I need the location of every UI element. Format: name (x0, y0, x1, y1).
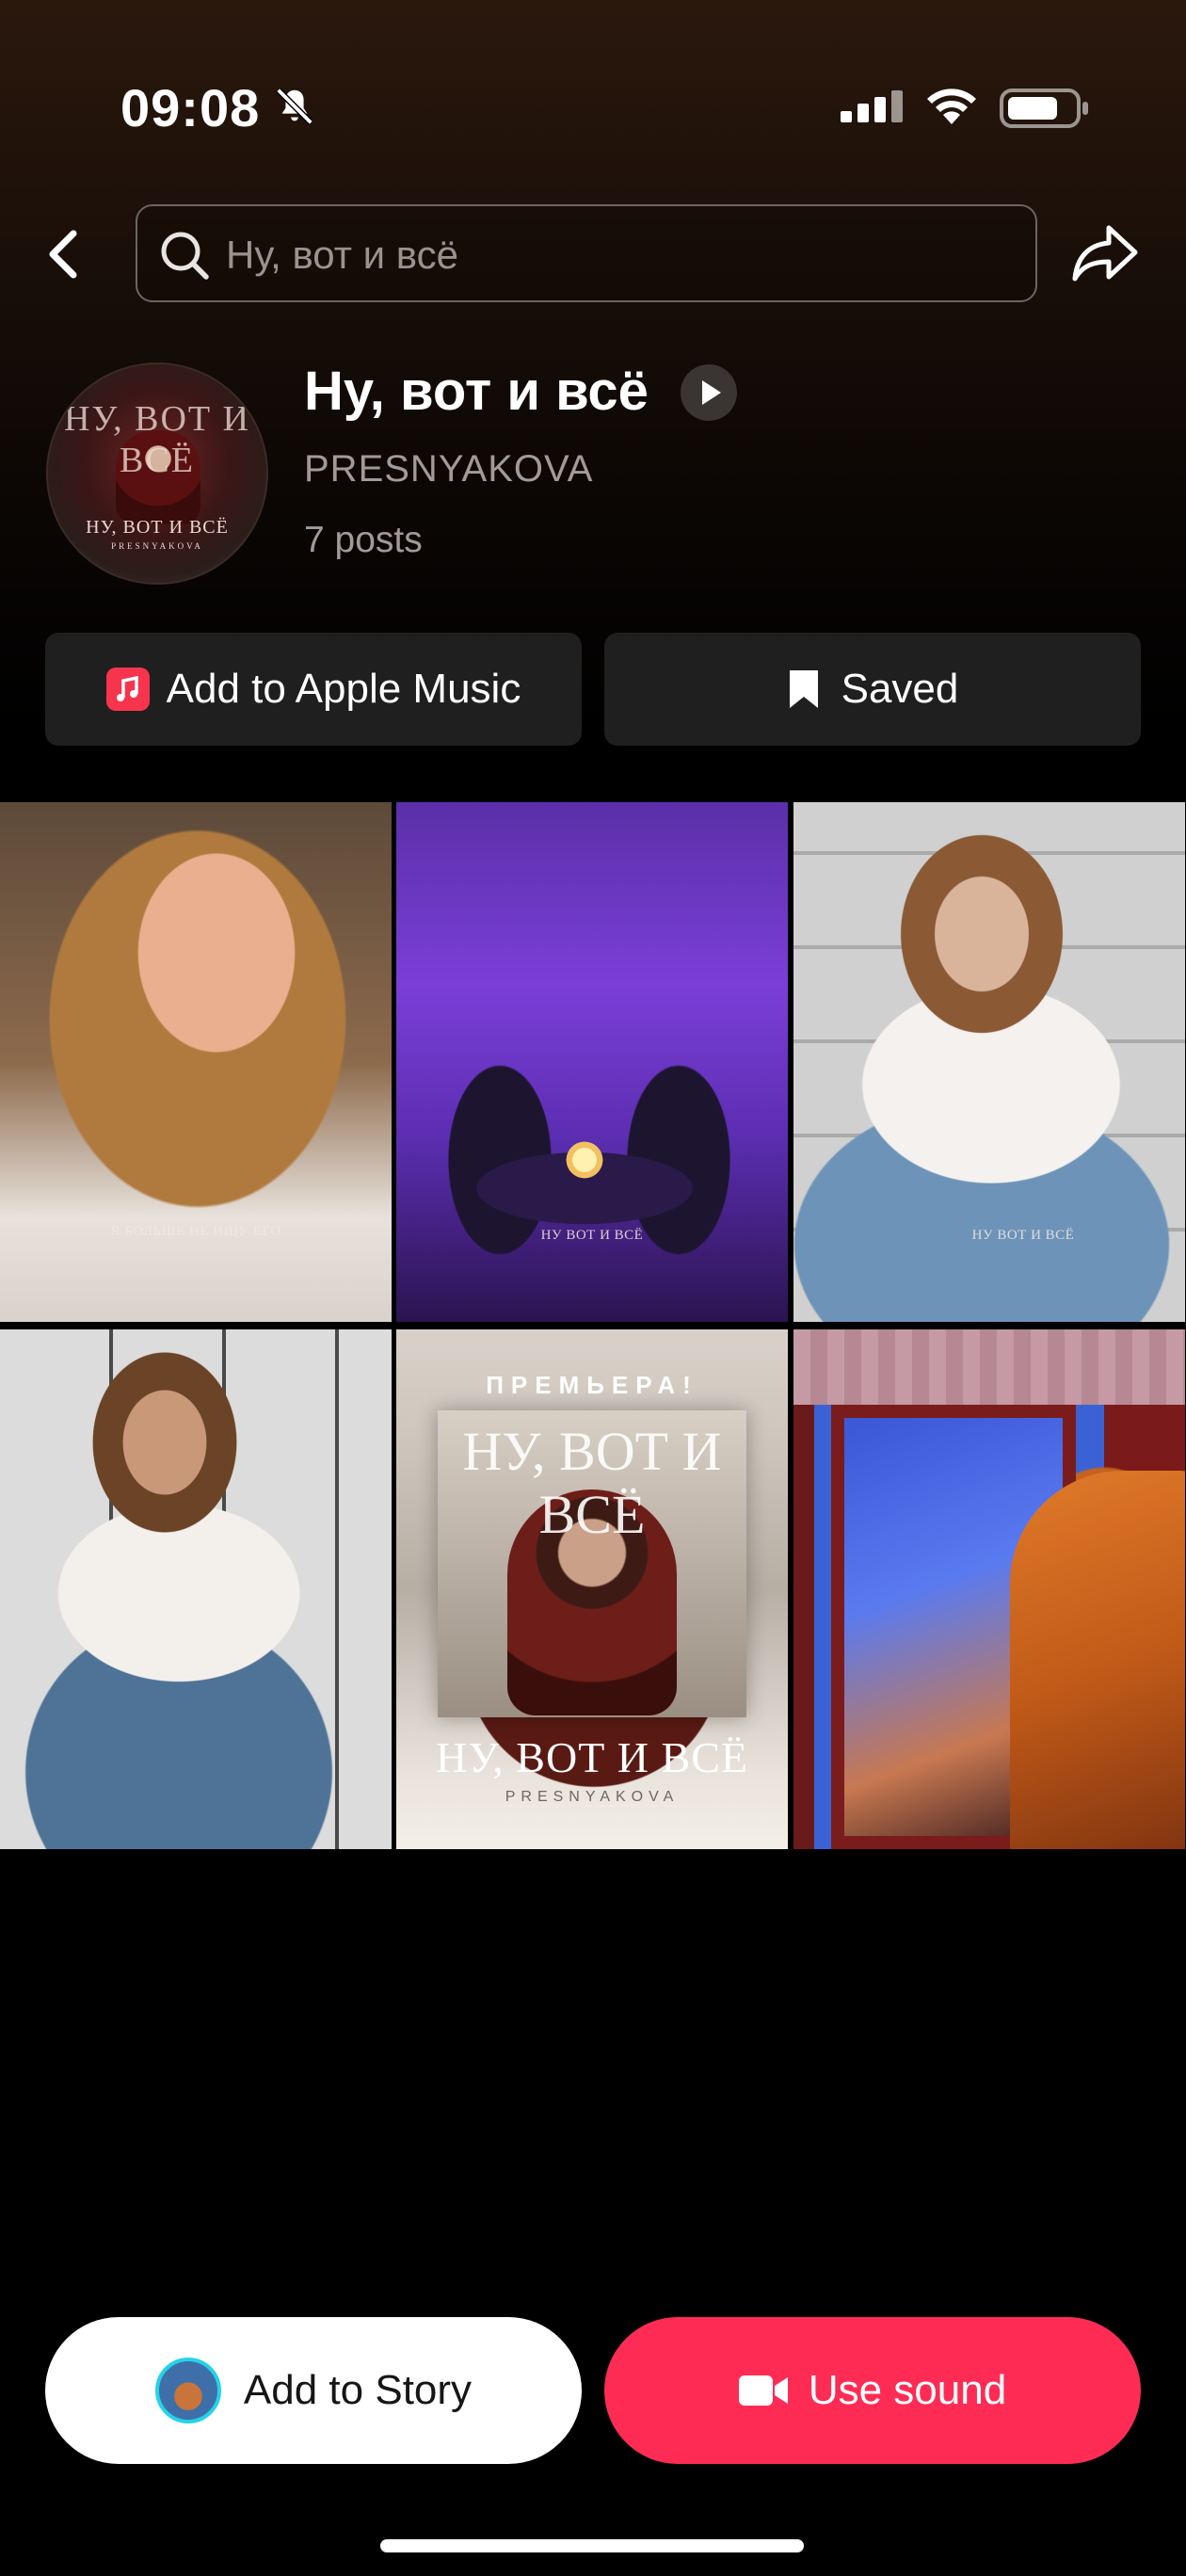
status-bar: 09:08 (0, 0, 1186, 188)
status-time: 09:08 (120, 78, 261, 137)
cover-title: НУ, ВОТ И ВСЁ (63, 399, 251, 480)
video-grid: Я БОЛЬШЕ НЕ ИЩУ ЕГО НУ ВОТ И ВСЁ НУ ВОТ … (0, 802, 1186, 1849)
saved-label: Saved (841, 666, 959, 712)
video-thumbnail[interactable]: НУ ВОТ И ВСЁ (793, 802, 1185, 1322)
saved-button[interactable]: Saved (604, 633, 1141, 746)
play-icon[interactable] (681, 364, 737, 421)
posts-count: 7 posts (304, 520, 423, 560)
search-input[interactable] (224, 225, 1000, 285)
video-thumbnail[interactable] (0, 1329, 392, 1849)
search-bar[interactable] (136, 204, 1037, 302)
video-caption: Я БОЛЬШЕ НЕ ИЩУ ЕГО (110, 1224, 281, 1239)
add-to-apple-music-button[interactable]: Add to Apple Music (45, 633, 582, 746)
battery-icon (1000, 89, 1088, 128)
signal-icon (841, 90, 903, 122)
cover-subtitle: НУ, ВОТ И ВСЁ (86, 517, 229, 538)
sound-title: Ну, вот и всё (304, 361, 649, 422)
poster-artist: PRESNYAKOVA (505, 1789, 680, 1805)
video-camera-icon (738, 2375, 788, 2406)
bell-slash-icon (276, 88, 313, 125)
video-thumbnail[interactable]: НУ ВОТ И ВСЁ (396, 802, 788, 1322)
foreground-figure (1010, 1471, 1185, 1849)
video-thumbnail[interactable]: НУ, ВОТ И ВСЁ ПРЕМЬЕРА! НУ, ВОТ И ВСЁ PR… (396, 1329, 788, 1849)
back-chevron-icon[interactable] (38, 224, 90, 284)
avatar (154, 2358, 221, 2423)
cover-artist: PRESNYAKOVA (111, 541, 203, 551)
use-sound-label: Use sound (808, 2367, 1007, 2413)
poster-title: НУ, ВОТ И ВСЁ (462, 1421, 722, 1545)
artist-name[interactable]: PRESNYAKOVA (304, 448, 593, 491)
video-thumbnail[interactable] (793, 1329, 1185, 1849)
poster-caption: НУ, ВОТ И ВСЁ (436, 1733, 748, 1781)
video-caption: НУ ВОТ И ВСЁ (540, 1228, 644, 1243)
use-sound-button[interactable]: Use sound (604, 2317, 1141, 2464)
home-indicator[interactable] (380, 2539, 804, 2552)
wifi-icon (927, 89, 976, 124)
video-thumbnail[interactable]: Я БОЛЬШЕ НЕ ИЩУ ЕГО (0, 802, 392, 1322)
apple-music-icon (105, 668, 150, 711)
share-icon[interactable] (1071, 222, 1139, 284)
add-to-story-label: Add to Story (243, 2367, 473, 2413)
album-cover: НУ, ВОТ И ВСЁ НУ, ВОТ И ВСЁ PRESNYAKOVA (46, 362, 268, 585)
apple-music-label: Add to Apple Music (166, 666, 521, 712)
wallpaper (793, 1329, 1185, 1405)
bookmark-icon (789, 670, 818, 708)
search-icon (161, 232, 209, 280)
video-caption: НУ ВОТ И ВСЁ (971, 1228, 1075, 1243)
premiere-label: ПРЕМЬЕРА! (486, 1371, 698, 1399)
add-to-story-button[interactable]: Add to Story (45, 2317, 582, 2464)
